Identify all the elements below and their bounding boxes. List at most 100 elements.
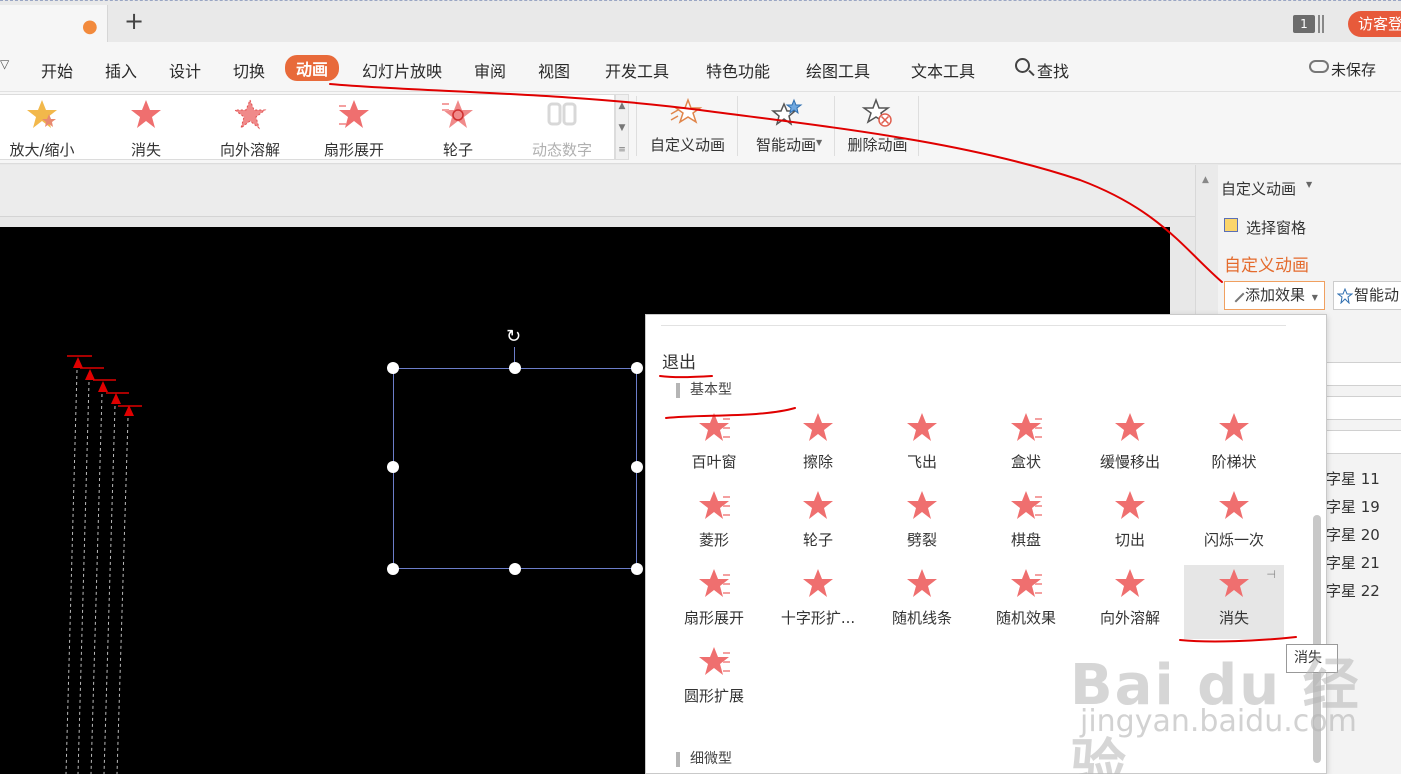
delete-animation-button[interactable]: 删除动画 (840, 94, 915, 160)
effect-star-icon (699, 569, 730, 597)
exit-effect-item[interactable]: 消失 ⊣ (1184, 565, 1284, 639)
menu-animation[interactable]: 动画 (285, 55, 340, 81)
document-tab[interactable]: ● (0, 5, 108, 43)
ribbon-separator (636, 96, 637, 156)
exit-effect-item[interactable]: 盒状 (976, 409, 1076, 483)
pane-field[interactable] (1326, 396, 1401, 420)
menu-transition[interactable]: 切换 (233, 58, 265, 82)
gallery-dissolve[interactable]: 向外溶解 (200, 95, 300, 159)
exit-effect-item[interactable]: 百叶窗 (664, 409, 764, 483)
exit-effect-item[interactable]: 随机效果 (976, 565, 1076, 639)
visitor-login-button[interactable]: 访客登 (1348, 11, 1401, 37)
gallery-dissolve-label: 向外溶解 (219, 141, 280, 159)
exit-effect-item[interactable]: 扇形展开 (664, 565, 764, 639)
smart-animation-pane-label: 智能动 (1354, 286, 1400, 304)
pane-field[interactable] (1326, 362, 1401, 386)
gallery-zoom[interactable]: 放大/缩小 (0, 95, 92, 159)
menu-design[interactable]: 设计 (169, 58, 201, 82)
dynamic-number-icon (547, 102, 577, 126)
gallery-wheel-label: 轮子 (442, 141, 473, 159)
popup-scrollbar[interactable] (1313, 515, 1321, 763)
window-switch-icon[interactable] (1318, 15, 1324, 33)
resize-handle[interactable] (631, 563, 643, 575)
smart-animation-button[interactable]: 智能动画 ▼ (746, 94, 826, 160)
animation-list-item[interactable]: 字星 20 (1326, 524, 1380, 545)
smart-animation-pane-button[interactable]: 智能动 (1333, 281, 1401, 310)
gallery-up-icon[interactable]: ▲ (616, 95, 628, 117)
exit-effect-item[interactable]: 阶梯状 (1184, 409, 1284, 483)
exit-effect-label: 菱形 (698, 531, 729, 549)
pane-field[interactable] (1326, 430, 1401, 454)
rotate-handle-icon[interactable]: ↻ (506, 326, 521, 347)
cloud-icon (1309, 60, 1329, 73)
gallery-down-icon[interactable]: ▼ (616, 117, 628, 139)
resize-handle[interactable] (387, 563, 399, 575)
custom-animation-label: 自定义动画 (649, 136, 725, 154)
menu-insert[interactable]: 插入 (105, 58, 137, 82)
pane-heading: 自定义动画 (1224, 256, 1309, 276)
resize-handle[interactable] (387, 362, 399, 374)
new-tab-button[interactable]: + (124, 7, 144, 35)
selected-textbox[interactable] (393, 368, 637, 569)
ribbon-separator (834, 96, 835, 156)
resize-handle[interactable] (509, 362, 521, 374)
add-effect-label: 添加效果 (1245, 286, 1306, 304)
animation-list-item[interactable]: 字星 11 (1326, 468, 1380, 489)
menu-collapse-icon[interactable]: ▽ (0, 57, 9, 71)
pin-icon[interactable]: ⊣ (1266, 568, 1276, 581)
gallery-disappear[interactable]: 消失 (96, 95, 196, 159)
custom-animation-button[interactable]: 自定义动画 (645, 94, 730, 160)
gallery-fan[interactable]: 扇形展开 (304, 95, 404, 159)
exit-effect-item[interactable]: 十字形扩... (768, 565, 868, 639)
exit-effect-label: 十字形扩... (780, 609, 856, 627)
ribbon-separator (737, 96, 738, 156)
effect-star-icon (803, 491, 833, 519)
smart-star-icon (1337, 288, 1353, 304)
menu-review[interactable]: 审阅 (474, 58, 506, 82)
effect-tooltip: 消失 (1286, 644, 1338, 673)
resize-handle[interactable] (631, 362, 643, 374)
exit-effect-item[interactable]: 向外溶解 (1080, 565, 1180, 639)
unsaved-status[interactable]: 未保存 (1331, 59, 1376, 80)
exit-effect-item[interactable]: 菱形 (664, 487, 764, 561)
exit-effect-item[interactable]: 擦除 (768, 409, 868, 483)
exit-effect-item[interactable]: 轮子 (768, 487, 868, 561)
menu-developer[interactable]: 开发工具 (605, 58, 669, 82)
gallery-more-icon[interactable]: ≡ (616, 139, 628, 161)
menu-search[interactable]: 查找 (1037, 58, 1069, 82)
menu-home[interactable]: 开始 (41, 58, 73, 82)
pane-title[interactable]: 自定义动画 (1221, 178, 1296, 199)
exit-effect-item[interactable]: 缓慢移出 (1080, 409, 1180, 483)
resize-handle[interactable] (631, 461, 643, 473)
exit-effect-item[interactable]: 劈裂 (872, 487, 972, 561)
animation-list-item[interactable]: 字星 22 (1326, 580, 1380, 601)
selection-pane-link[interactable]: 选择窗格 (1246, 217, 1306, 238)
fan-star-icon (339, 100, 369, 128)
gallery-wheel[interactable]: 轮子 (408, 95, 508, 159)
exit-effect-item[interactable]: 随机线条 (872, 565, 972, 639)
animation-list-item[interactable]: 字星 21 (1326, 552, 1380, 573)
exit-effect-item[interactable]: 棋盘 (976, 487, 1076, 561)
gallery-scrollbar[interactable]: ▲ ▼ ≡ (615, 94, 629, 160)
chevron-down-icon[interactable]: ▼ (1306, 180, 1312, 189)
search-icon[interactable] (1015, 58, 1030, 73)
exit-effect-label: 切出 (1114, 531, 1145, 549)
exit-effect-item[interactable]: 闪烁一次 (1184, 487, 1284, 561)
exit-effect-item[interactable]: 切出 (1080, 487, 1180, 561)
menu-slideshow[interactable]: 幻灯片放映 (362, 58, 442, 82)
exit-effect-item[interactable]: 飞出 (872, 409, 972, 483)
add-effect-button[interactable]: 添加效果 ▼ (1224, 281, 1325, 310)
exit-category-title: 退出 (662, 353, 696, 373)
gallery-dynamic-number[interactable]: 动态数字 (512, 95, 612, 159)
resize-handle[interactable] (509, 563, 521, 575)
resize-handle[interactable] (387, 461, 399, 473)
window-count-badge[interactable]: 1 (1293, 15, 1315, 33)
menu-features[interactable]: 特色功能 (706, 58, 770, 82)
exit-effect-item[interactable]: 圆形扩展 (664, 643, 764, 717)
animation-list-item[interactable]: 字星 19 (1326, 496, 1380, 517)
effect-gallery: 放大/缩小 消失 向外溶解 扇形展开 轮子 动态数字 (0, 94, 615, 160)
menu-drawing-tools[interactable]: 绘图工具 (806, 58, 870, 82)
effect-star-icon (1219, 569, 1249, 597)
menu-view[interactable]: 视图 (538, 58, 570, 82)
menu-text-tools[interactable]: 文本工具 (911, 58, 975, 82)
